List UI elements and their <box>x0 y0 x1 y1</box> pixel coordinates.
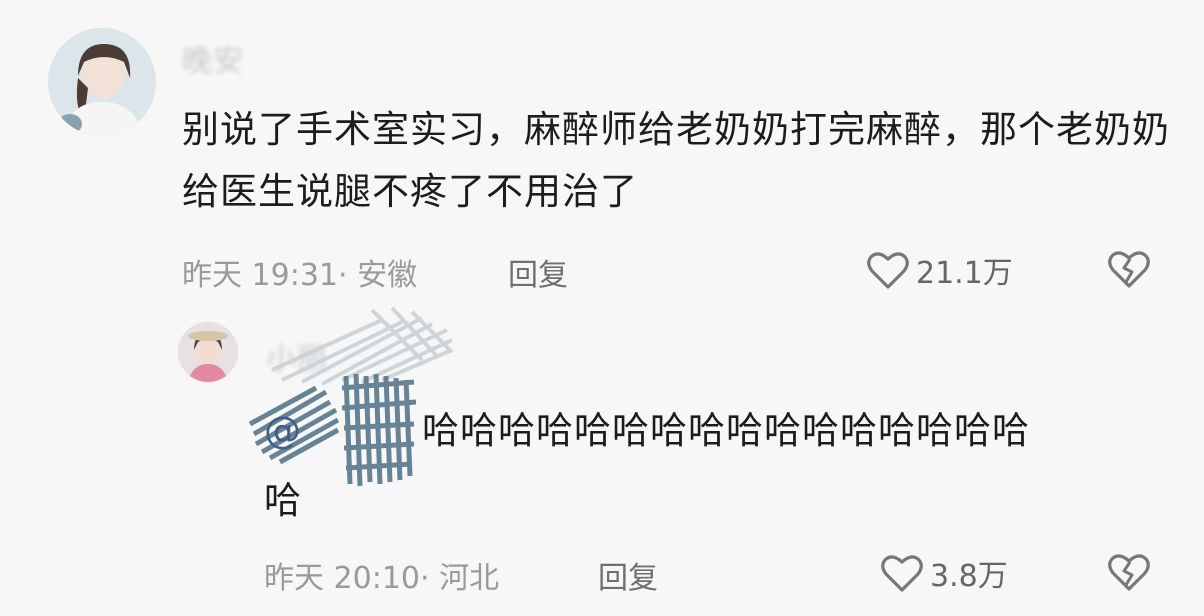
comment-text-line1: 哈哈哈哈哈哈哈哈哈哈哈哈哈哈哈哈 <box>422 409 1030 452</box>
heart-icon <box>867 252 909 289</box>
reply-button[interactable]: 回复 <box>508 250 568 294</box>
avatar[interactable] <box>48 28 156 136</box>
comment-meta: 昨天 20:10 · 河北 <box>264 553 499 597</box>
username[interactable]: 小丽 <box>266 334 328 378</box>
broken-heart-icon <box>1108 554 1150 591</box>
heart-icon <box>881 555 923 592</box>
like-button[interactable]: 21.1万 <box>866 248 1013 292</box>
like-count: 3.8万 <box>930 559 1008 594</box>
avatar[interactable] <box>178 322 238 382</box>
reply-button[interactable]: 回复 <box>598 553 658 597</box>
comment-time: 昨天 20:10 <box>264 561 420 596</box>
like-button[interactable]: 3.8万 <box>880 551 1008 595</box>
comment-meta: 昨天 19:31 · 安徽 <box>182 250 417 294</box>
mention[interactable]: @ <box>264 409 302 452</box>
username[interactable]: 晚安 <box>182 36 244 80</box>
like-count: 21.1万 <box>916 256 1013 291</box>
broken-heart-icon <box>1108 251 1150 288</box>
dislike-button[interactable] <box>1106 551 1152 597</box>
comment-time: 昨天 19:31 <box>182 258 338 293</box>
comment-location: · 河北 <box>420 561 500 596</box>
dislike-button[interactable] <box>1106 248 1152 294</box>
comment-location: · 安徽 <box>338 258 418 293</box>
comment-text: @ 哈哈哈哈哈哈哈哈哈哈哈哈哈哈哈哈 <box>264 400 1164 462</box>
comment-text-line2: 哈 <box>264 479 302 522</box>
comment-text: 别说了手术室实习，麻醉师给老奶奶打完麻醉，那个老奶奶给医生说腿不疼了不用治了 <box>182 108 1170 213</box>
